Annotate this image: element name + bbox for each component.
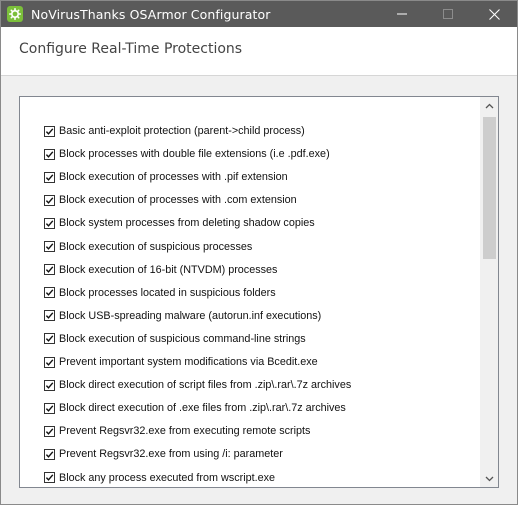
option-checkbox[interactable] (44, 379, 55, 391)
checkmark-icon (45, 289, 54, 297)
protection-option[interactable]: Block direct execution of script files f… (44, 376, 351, 394)
checkmark-icon (45, 312, 54, 320)
option-checkbox[interactable] (44, 264, 55, 276)
checkmark-icon (45, 150, 54, 158)
scroll-down-button[interactable] (481, 470, 498, 487)
close-button[interactable] (471, 1, 517, 27)
option-checkbox[interactable] (44, 171, 55, 183)
option-checkbox[interactable] (44, 217, 55, 229)
option-checkbox[interactable] (44, 310, 55, 322)
option-checkbox[interactable] (44, 194, 55, 206)
option-label: Block system processes from deleting sha… (59, 217, 315, 230)
option-label: Block execution of 16-bit (NTVDM) proces… (59, 263, 278, 276)
checkmark-icon (45, 335, 54, 343)
protection-option[interactable]: Block system processes from deleting sha… (44, 214, 315, 232)
vertical-scrollbar[interactable] (480, 97, 498, 487)
protection-option[interactable]: Basic anti-exploit protection (parent->c… (44, 122, 305, 140)
protections-list[interactable]: Basic anti-exploit protection (parent->c… (19, 96, 499, 488)
chevron-up-icon (485, 103, 494, 108)
protection-option[interactable]: Block execution of suspicious processes (44, 238, 252, 256)
protection-option[interactable]: Prevent Regsvr32.exe from using /i: para… (44, 445, 283, 463)
option-label: Block direct execution of script files f… (59, 379, 352, 392)
option-label: Block USB-spreading malware (autorun.inf… (59, 309, 322, 322)
option-label: Block processes with double file extensi… (59, 148, 330, 161)
option-label: Basic anti-exploit protection (parent->c… (59, 125, 305, 137)
maximize-icon (443, 9, 453, 19)
protection-option[interactable]: Block execution of 16-bit (NTVDM) proces… (44, 261, 277, 279)
chevron-down-icon (485, 476, 494, 481)
option-checkbox[interactable] (44, 425, 55, 437)
checkmark-icon (45, 428, 54, 435)
checkmark-icon (45, 243, 54, 250)
configurator-window: NoVirusThanks OSArmor Configurator Confi… (0, 0, 518, 505)
option-label: Prevent Regsvr32.exe from executing remo… (59, 425, 311, 438)
protection-option[interactable]: Block execution of suspicious command-li… (44, 330, 306, 348)
option-label: Block any process executed from wscript.… (59, 471, 276, 484)
option-label: Block execution of suspicious command-li… (59, 332, 306, 345)
checkmark-icon (45, 174, 54, 181)
protection-option[interactable]: Block execution of processes with .com e… (44, 191, 297, 209)
option-checkbox[interactable] (44, 356, 55, 368)
option-label: Prevent important system modifications v… (59, 356, 318, 368)
protection-option[interactable]: Prevent Regsvr32.exe from executing remo… (44, 422, 310, 440)
option-checkbox[interactable] (44, 125, 55, 137)
checkmark-icon (45, 405, 54, 412)
checkmark-icon (45, 266, 54, 273)
minimize-icon (397, 13, 407, 15)
scroll-thumb[interactable] (483, 117, 496, 259)
option-checkbox[interactable] (44, 287, 55, 299)
window-title: NoVirusThanks OSArmor Configurator (31, 6, 271, 22)
checkmark-icon (45, 381, 54, 389)
protection-option[interactable]: Block any process executed from wscript.… (44, 469, 275, 487)
checkmark-icon (45, 197, 54, 204)
option-label: Block execution of processes with .com e… (59, 194, 297, 207)
maximize-button[interactable] (425, 1, 471, 27)
protection-option[interactable]: Block execution of processes with .pif e… (44, 168, 288, 186)
page-title: Configure Real-Time Protections (19, 41, 243, 57)
close-icon (488, 8, 500, 20)
protection-option[interactable]: Block processes with double file extensi… (44, 145, 330, 163)
option-label: Block execution of processes with .pif e… (59, 171, 288, 184)
option-checkbox[interactable] (44, 472, 55, 483)
checkmark-icon (45, 474, 54, 481)
protection-option[interactable]: Block USB-spreading malware (autorun.inf… (44, 307, 321, 325)
checkmark-icon (45, 358, 54, 366)
protection-option[interactable]: Block processes located in suspicious fo… (44, 284, 276, 302)
checkmark-icon (45, 220, 54, 227)
minimize-button[interactable] (379, 1, 425, 27)
checkmark-icon (45, 451, 54, 458)
header-panel: Configure Real-Time Protections (1, 27, 517, 76)
checkmark-icon (45, 127, 54, 135)
gear-icon (7, 6, 23, 22)
option-label: Block direct execution of .exe files fro… (59, 402, 346, 415)
title-bar[interactable]: NoVirusThanks OSArmor Configurator (1, 1, 517, 27)
option-label: Block execution of suspicious processes (59, 240, 253, 253)
option-label: Prevent Regsvr32.exe from using /i: para… (59, 448, 283, 461)
option-checkbox[interactable] (44, 448, 55, 460)
option-checkbox[interactable] (44, 333, 55, 345)
protection-option[interactable]: Block direct execution of .exe files fro… (44, 399, 346, 417)
option-checkbox[interactable] (44, 241, 55, 252)
scroll-up-button[interactable] (481, 97, 498, 114)
option-label: Block processes located in suspicious fo… (59, 286, 276, 299)
option-checkbox[interactable] (44, 402, 55, 414)
protection-option[interactable]: Prevent important system modifications v… (44, 353, 318, 371)
option-checkbox[interactable] (44, 148, 55, 160)
